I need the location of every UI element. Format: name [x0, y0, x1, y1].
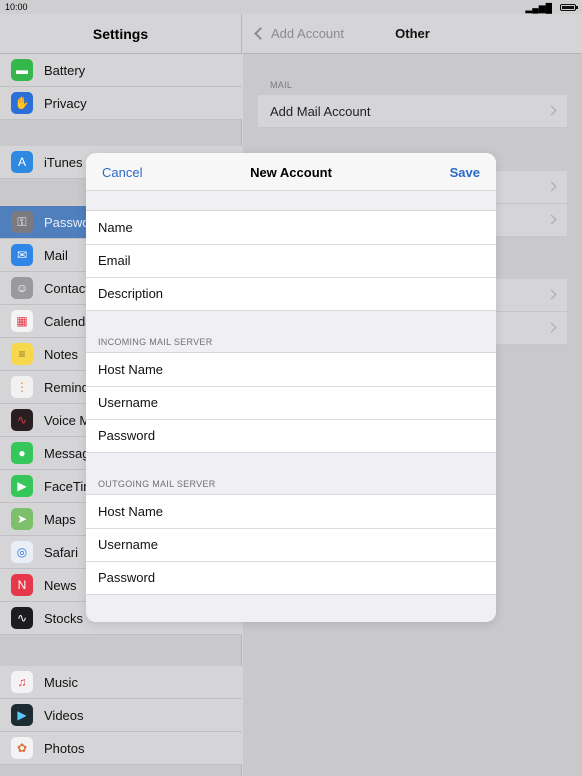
add-mail-account-label: Add Mail Account	[270, 103, 371, 119]
wifi-signal-icon: ▂▄▆█	[525, 3, 552, 13]
name-input[interactable]	[98, 220, 496, 235]
battery-icon: ▬	[11, 59, 33, 81]
sidebar-item-label: Notes	[44, 346, 78, 362]
news-icon: N	[11, 574, 33, 596]
contacts-icon: ☺	[11, 277, 33, 299]
sidebar-item-label: Battery	[44, 62, 86, 78]
safari-icon: ◎	[11, 541, 33, 563]
sidebar-item-privacy[interactable]: ✋ Privacy	[0, 87, 242, 120]
account-fields	[86, 210, 496, 311]
outgoing-host-field[interactable]	[86, 495, 496, 528]
music-icon: ♫	[11, 671, 33, 693]
notes-icon: ≡	[11, 343, 33, 365]
status-bar: 10:00 ▂▄▆█	[0, 0, 582, 14]
save-button[interactable]: Save	[450, 165, 480, 180]
hand-icon: ✋	[11, 92, 33, 114]
chevron-right-icon	[546, 105, 557, 116]
sidebar-item-label: Safari	[44, 544, 78, 560]
incoming-password-input[interactable]	[98, 428, 496, 443]
reminders-icon: ⋮	[11, 376, 33, 398]
chevron-right-icon	[546, 322, 557, 333]
clock: 10:00	[5, 2, 28, 12]
sidebar-item-label: Stocks	[44, 610, 84, 626]
videos-icon: ▶	[11, 704, 33, 726]
sidebar-item-music[interactable]: ♫ Music	[0, 666, 242, 699]
email-field[interactable]	[86, 244, 496, 277]
incoming-host-field[interactable]	[86, 353, 496, 386]
settings-title: Settings	[0, 14, 241, 54]
sidebar-item-label: Videos	[44, 707, 84, 723]
key-icon: ⚿	[11, 211, 33, 233]
sidebar-item-label: News	[44, 577, 77, 593]
sidebar-item-label: Music	[44, 674, 78, 690]
sidebar-item-label: Privacy	[44, 95, 87, 111]
email-input[interactable]	[98, 253, 496, 268]
outgoing-server-fields	[86, 494, 496, 595]
add-mail-account-row[interactable]: Add Mail Account	[258, 95, 567, 128]
description-field[interactable]	[86, 277, 496, 310]
messages-icon: ●	[11, 442, 33, 464]
incoming-username-input[interactable]	[98, 395, 496, 410]
section-header-outgoing: OUTGOING MAIL SERVER	[98, 479, 216, 489]
sheet-navbar: Cancel New Account Save	[86, 153, 496, 191]
outgoing-username-input[interactable]	[98, 537, 496, 552]
outgoing-password-field[interactable]	[86, 561, 496, 594]
photos-icon: ✿	[11, 737, 33, 759]
section-header-incoming: INCOMING MAIL SERVER	[98, 337, 213, 347]
battery-status-icon	[560, 4, 578, 11]
new-account-sheet: Cancel New Account Save INCOMING MAIL SE…	[86, 153, 496, 622]
detail-navbar: Add Account Other	[243, 14, 582, 54]
maps-icon: ➤	[11, 508, 33, 530]
sidebar-item-label: Photos	[44, 740, 85, 756]
mail-icon: ✉	[11, 244, 33, 266]
incoming-password-field[interactable]	[86, 419, 496, 452]
chevron-right-icon	[546, 214, 557, 225]
description-input[interactable]	[98, 286, 496, 301]
chevron-right-icon	[546, 289, 557, 300]
sidebar-item-battery[interactable]: ▬ Battery	[0, 54, 242, 87]
facetime-icon: ▶	[11, 475, 33, 497]
stocks-icon: ∿	[11, 607, 33, 629]
chevron-right-icon	[546, 181, 557, 192]
section-header-mail: MAIL	[270, 80, 293, 90]
voice-memo-icon: ∿	[11, 409, 33, 431]
sidebar-item-label: Mail	[44, 247, 68, 263]
name-field[interactable]	[86, 211, 496, 244]
outgoing-host-input[interactable]	[98, 504, 496, 519]
sidebar-item-videos[interactable]: ▶ Videos	[0, 699, 242, 732]
incoming-username-field[interactable]	[86, 386, 496, 419]
sheet-title: New Account	[250, 165, 332, 180]
outgoing-username-field[interactable]	[86, 528, 496, 561]
sidebar-item-photos[interactable]: ✿ Photos	[0, 732, 242, 765]
outgoing-password-input[interactable]	[98, 570, 496, 585]
incoming-host-input[interactable]	[98, 362, 496, 377]
incoming-server-fields	[86, 352, 496, 453]
sidebar-item-label: Maps	[44, 511, 76, 527]
app-store-icon: A	[11, 151, 33, 173]
calendar-icon: ▦	[11, 310, 33, 332]
page-title: Other	[395, 26, 430, 41]
